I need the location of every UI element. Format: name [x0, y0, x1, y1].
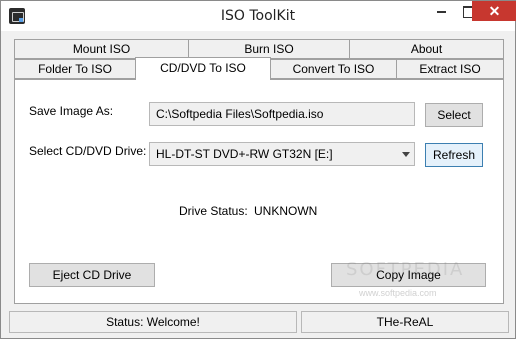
app-window: ISO ToolKit ✕ Mount ISO Burn ISO About F…: [0, 0, 516, 339]
watermark-url: www.softpedia.com: [359, 288, 437, 298]
tab-burn-iso[interactable]: Burn ISO: [188, 39, 350, 59]
tab-folder-to-iso[interactable]: Folder To ISO: [14, 59, 136, 79]
select-drive-label: Select CD/DVD Drive:: [29, 144, 147, 158]
status-bar: Status: Welcome! THe-ReAL: [9, 311, 509, 333]
tab-convert-to-iso[interactable]: Convert To ISO: [270, 59, 397, 79]
status-text: Status: Welcome!: [9, 311, 297, 333]
select-button[interactable]: Select: [425, 103, 483, 127]
close-icon: ✕: [488, 3, 501, 19]
chevron-down-icon: [402, 152, 410, 157]
save-path-field[interactable]: C:\Softpedia Files\Softpedia.iso: [149, 102, 415, 126]
tab-about[interactable]: About: [349, 39, 504, 59]
tab-cd-dvd-to-iso[interactable]: CD/DVD To ISO: [135, 57, 271, 80]
author-text: THe-ReAL: [301, 311, 509, 333]
tab-extract-iso[interactable]: Extract ISO: [396, 59, 504, 79]
title-bar[interactable]: ISO ToolKit ✕: [1, 1, 516, 31]
tab-mount-iso[interactable]: Mount ISO: [14, 39, 189, 59]
close-button[interactable]: ✕: [472, 1, 516, 21]
drive-select[interactable]: HL-DT-ST DVD+-RW GT32N [E:]: [149, 142, 415, 166]
refresh-button[interactable]: Refresh: [425, 143, 483, 167]
drive-status-label: Drive Status:: [179, 204, 248, 218]
minimize-button[interactable]: [427, 1, 455, 22]
drive-status-value: UNKNOWN: [254, 204, 318, 218]
watermark-logo: SOFTPEDIA: [346, 259, 465, 280]
eject-cd-button[interactable]: Eject CD Drive: [29, 263, 155, 287]
drive-select-value: HL-DT-ST DVD+-RW GT32N [E:]: [156, 147, 333, 161]
save-image-label: Save Image As:: [29, 104, 114, 118]
